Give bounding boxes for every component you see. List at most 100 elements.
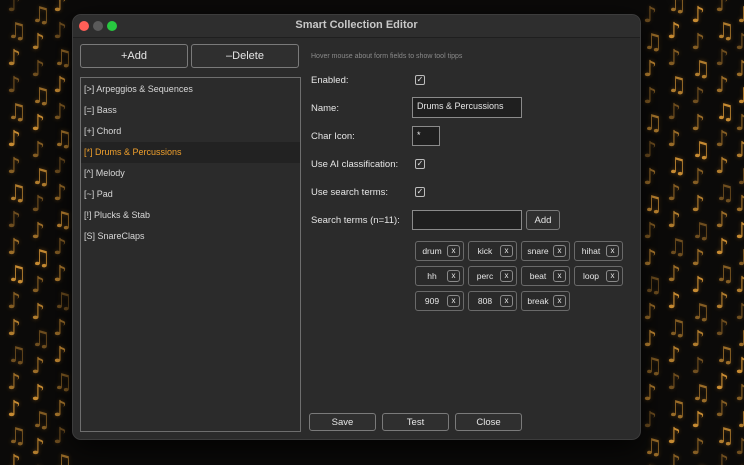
music-note-icon: ♫ (7, 19, 27, 44)
music-note-icon: ♪ (691, 327, 706, 352)
music-note-icon: ♪ (643, 3, 658, 28)
delete-collection-button[interactable]: –Delete (191, 44, 299, 68)
search-term-tag: kick x (468, 241, 517, 261)
collection-list-item[interactable]: [^] Melody (81, 163, 300, 184)
music-note-icon: ♪ (715, 316, 730, 341)
remove-term-button[interactable]: x (447, 245, 460, 257)
enabled-label: Enabled: (311, 75, 349, 86)
music-note-icon: ♪ (53, 262, 68, 287)
music-note-icon: ♫ (735, 410, 744, 432)
music-note-icon: ♪ (667, 262, 682, 287)
music-note-icon: ♪ (735, 219, 744, 244)
music-note-icon: ♫ (735, 86, 744, 108)
music-note-icon: ♪ (53, 100, 68, 125)
collection-list-item[interactable]: [!] Plucks & Stab (81, 205, 300, 226)
music-note-icon: ♫ (7, 181, 27, 206)
music-note-icon: ♪ (735, 273, 744, 298)
enabled-checkbox[interactable]: ✓ (415, 75, 425, 85)
music-note-icon: ♪ (667, 46, 682, 71)
remove-term-button[interactable]: x (500, 270, 513, 282)
remove-term-button[interactable]: x (553, 245, 566, 257)
collection-list-item[interactable]: [~] Pad (81, 184, 300, 205)
music-note-icon: ♪ (735, 381, 744, 406)
use-search-terms-checkbox[interactable]: ✓ (415, 187, 425, 197)
checkmark-icon: ✓ (416, 75, 424, 84)
music-note-icon: ♪ (643, 381, 658, 406)
music-note-icon: ♫ (667, 154, 687, 179)
music-note-icon: ♪ (7, 289, 22, 314)
music-note-icon: ♪ (715, 289, 730, 314)
collection-list-item[interactable]: [>] Arpeggios & Sequences (81, 79, 300, 100)
music-note-icon: ♪ (735, 354, 744, 379)
music-note-icon: ♪ (7, 451, 22, 465)
collection-list-item[interactable]: [=] Bass (81, 100, 300, 121)
music-note-icon: ♪ (735, 300, 744, 325)
music-note-icon: ♫ (667, 73, 687, 98)
search-term-label: hh (427, 271, 437, 281)
remove-term-button[interactable]: x (447, 295, 460, 307)
search-term-label: break (527, 296, 549, 306)
music-note-icon: ♪ (53, 73, 68, 98)
music-note-icon: ♪ (643, 408, 658, 433)
remove-term-button[interactable]: x (553, 295, 566, 307)
collection-list-item[interactable]: [+] Chord (81, 121, 300, 142)
music-note-icon: ♪ (667, 127, 682, 152)
music-note-icon: ♫ (715, 100, 735, 125)
close-button[interactable]: Close (455, 413, 522, 431)
music-note-icon: ♪ (715, 370, 730, 395)
test-button[interactable]: Test (382, 413, 449, 431)
remove-term-button[interactable]: x (553, 270, 566, 282)
music-note-icon: ♫ (715, 343, 735, 368)
music-note-icon: ♫ (667, 0, 687, 17)
remove-term-button[interactable]: x (447, 270, 460, 282)
add-search-term-button[interactable]: Add (526, 210, 560, 230)
music-note-icon: ♪ (715, 0, 730, 17)
music-note-icon: ♪ (667, 208, 682, 233)
remove-term-button[interactable]: x (606, 270, 619, 282)
char-icon-input[interactable]: * (412, 126, 440, 146)
music-note-icon: ♪ (53, 235, 68, 260)
search-term-tag: perc x (468, 266, 517, 286)
search-term-label: loop (582, 271, 600, 281)
music-note-icon: ♪ (667, 343, 682, 368)
remove-term-button[interactable]: x (500, 245, 513, 257)
music-note-icon: ♫ (667, 316, 687, 341)
name-input[interactable]: Drums & Percussions (412, 97, 522, 118)
remove-term-button[interactable]: x (500, 295, 513, 307)
music-note-icon: ♪ (735, 111, 744, 136)
music-note-icon: ♪ (735, 192, 744, 217)
collection-list[interactable]: [>] Arpeggios & Sequences [=] Bass [+] Cho… (80, 77, 301, 432)
music-note-icon: ♪ (715, 127, 730, 152)
music-note-icon: ♪ (643, 300, 658, 325)
search-term-label: 909 (424, 296, 440, 306)
music-note-icon: ♪ (667, 370, 682, 395)
music-note-icon: ♪ (667, 100, 682, 125)
music-note-icon: ♪ (715, 154, 730, 179)
collection-list-item[interactable]: [S] SnareClaps (81, 226, 300, 247)
music-note-icon: ♪ (7, 397, 22, 422)
save-button[interactable]: Save (309, 413, 376, 431)
music-note-icon: ♪ (667, 424, 682, 449)
music-note-icon: ♫ (53, 370, 73, 395)
collection-list-item[interactable]: [*] Drums & Percussions (81, 142, 300, 163)
music-note-icon: ♫ (735, 329, 744, 351)
music-note-icon: ♫ (7, 100, 27, 125)
music-note-icon: ♫ (691, 138, 711, 163)
music-note-icon: ♫ (7, 343, 27, 368)
music-note-icon: ♫ (53, 289, 73, 314)
music-note-icon: ♪ (715, 208, 730, 233)
music-note-icon: ♫ (31, 3, 51, 28)
music-note-icon: ♫ (643, 435, 663, 460)
search-term-input[interactable] (412, 210, 522, 230)
music-note-icon: ♪ (31, 57, 46, 82)
music-note-icon: ♪ (53, 397, 68, 422)
music-note-icon: ♪ (691, 30, 706, 55)
music-note-icon: ♪ (7, 73, 22, 98)
music-note-icon: ♫ (31, 327, 51, 352)
music-note-icon: ♪ (715, 397, 730, 422)
ai-classification-checkbox[interactable]: ✓ (415, 159, 425, 169)
search-term-label: drum (422, 246, 442, 256)
remove-term-button[interactable]: x (606, 245, 619, 257)
title-bar[interactable]: Smart Collection Editor (73, 15, 640, 38)
add-collection-button[interactable]: +Add (80, 44, 188, 68)
